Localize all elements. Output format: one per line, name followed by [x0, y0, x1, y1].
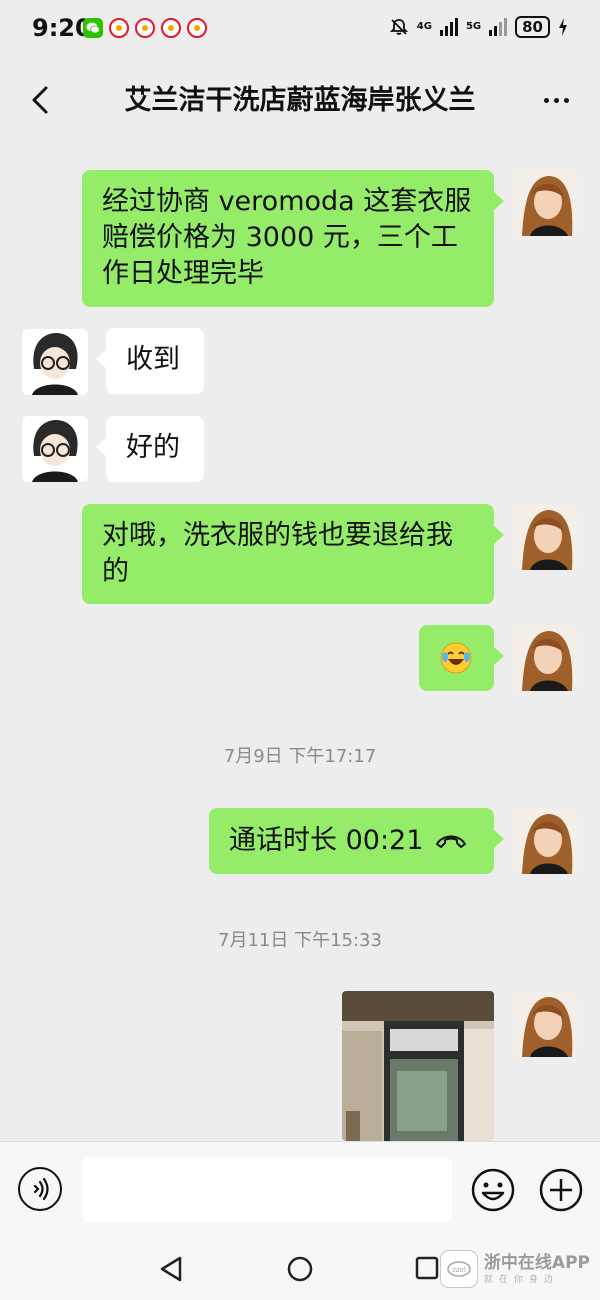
message-text: 收到 — [126, 344, 180, 375]
voice-icon — [33, 1177, 49, 1201]
avatar-photo — [512, 625, 578, 691]
mute-icon — [389, 19, 408, 35]
message-timestamp: 7月11日 下午15:33 — [218, 930, 382, 951]
phone-hangup-icon — [436, 835, 467, 848]
back-button[interactable] — [22, 80, 62, 120]
avatar-photo — [512, 808, 578, 874]
message-bubble-received[interactable]: 收到 — [96, 328, 204, 394]
smiley-icon — [471, 1168, 515, 1212]
nav-recents-button[interactable] — [414, 1255, 440, 1285]
circle-home-icon — [287, 1256, 313, 1282]
message-timestamp: 7月9日 下午17:17 — [223, 746, 377, 767]
call-record-bubble[interactable]: 通话时长 00:21 — [209, 808, 504, 874]
contact-avatar[interactable] — [22, 329, 88, 395]
chevron-left-icon — [32, 86, 48, 114]
avatar-illustration — [22, 416, 88, 482]
system-indicators: 4G 5G 80 — [389, 16, 568, 38]
notification-icons — [83, 18, 207, 38]
watermark-logo: zzol — [439, 1250, 478, 1288]
avatar-photo — [512, 504, 578, 570]
input-bar — [0, 1141, 600, 1236]
message-text: 好的 — [126, 432, 180, 463]
chat-title: 艾兰洁干洗店蔚蓝海岸张义兰 — [124, 85, 476, 116]
photo-message[interactable] — [342, 991, 494, 1141]
svg-text:zzol: zzol — [452, 1266, 466, 1274]
status-bar: 9:20 4G 5G 80 — [0, 0, 600, 60]
my-avatar[interactable] — [512, 504, 578, 570]
nav-home-button[interactable] — [286, 1255, 314, 1287]
chat-header: 艾兰洁干洗店蔚蓝海岸张义兰 — [0, 60, 600, 140]
weibo-notification-icon — [187, 18, 207, 38]
message-input[interactable] — [82, 1158, 452, 1222]
avatar-illustration — [22, 329, 88, 395]
network-type-a: 4G — [416, 21, 432, 32]
square-recents-icon — [415, 1256, 439, 1280]
call-duration-text: 通话时长 00:21 — [229, 825, 424, 856]
dot — [543, 97, 549, 103]
emoji-button[interactable] — [470, 1167, 516, 1213]
avatar-photo — [512, 991, 578, 1057]
dot — [553, 97, 559, 103]
message-bubble-received[interactable]: 好的 — [96, 416, 204, 482]
message-bubble-sent[interactable]: 经过协商 veromoda 这套衣服赔偿价格为 3000 元，三个工作日处理完毕 — [82, 170, 504, 307]
avatar-photo — [512, 170, 578, 236]
dot — [563, 97, 569, 103]
battery-level: 80 — [515, 16, 550, 38]
my-avatar[interactable] — [512, 991, 578, 1057]
message-text: 经过协商 veromoda 这套衣服赔偿价格为 3000 元，三个工作日处理完毕 — [102, 186, 472, 289]
contact-avatar[interactable] — [22, 416, 88, 482]
weibo-notification-icon — [161, 18, 181, 38]
more-options-button[interactable] — [536, 80, 576, 120]
watermark: zzol 浙中在线APP 就在你身边 — [439, 1250, 590, 1288]
watermark-brand: 浙中在线APP — [483, 1252, 590, 1273]
more-functions-button[interactable] — [538, 1167, 584, 1213]
my-avatar[interactable] — [512, 625, 578, 691]
my-avatar[interactable] — [512, 808, 578, 874]
photo-thumbnail — [342, 991, 494, 1141]
laughing-tears-emoji-icon — [440, 642, 472, 673]
plus-icon — [539, 1168, 583, 1212]
charging-icon — [559, 18, 567, 36]
message-bubble-sent[interactable] — [419, 625, 504, 691]
signal-icon — [489, 18, 508, 36]
signal-icon — [439, 18, 458, 36]
watermark-slogan: 就在你身边 — [483, 1274, 559, 1285]
voice-input-button[interactable] — [18, 1167, 62, 1211]
triangle-back-icon — [160, 1256, 182, 1282]
weibo-notification-icon — [109, 18, 129, 38]
network-type-b: 5G — [465, 21, 482, 32]
wechat-notification-icon — [83, 18, 103, 38]
nav-back-button[interactable] — [158, 1255, 184, 1287]
message-text: 对哦，洗衣服的钱也要退给我的 — [102, 520, 453, 587]
message-bubble-sent[interactable]: 对哦，洗衣服的钱也要退给我的 — [82, 504, 504, 604]
my-avatar[interactable] — [512, 170, 578, 236]
weibo-notification-icon — [135, 18, 155, 38]
